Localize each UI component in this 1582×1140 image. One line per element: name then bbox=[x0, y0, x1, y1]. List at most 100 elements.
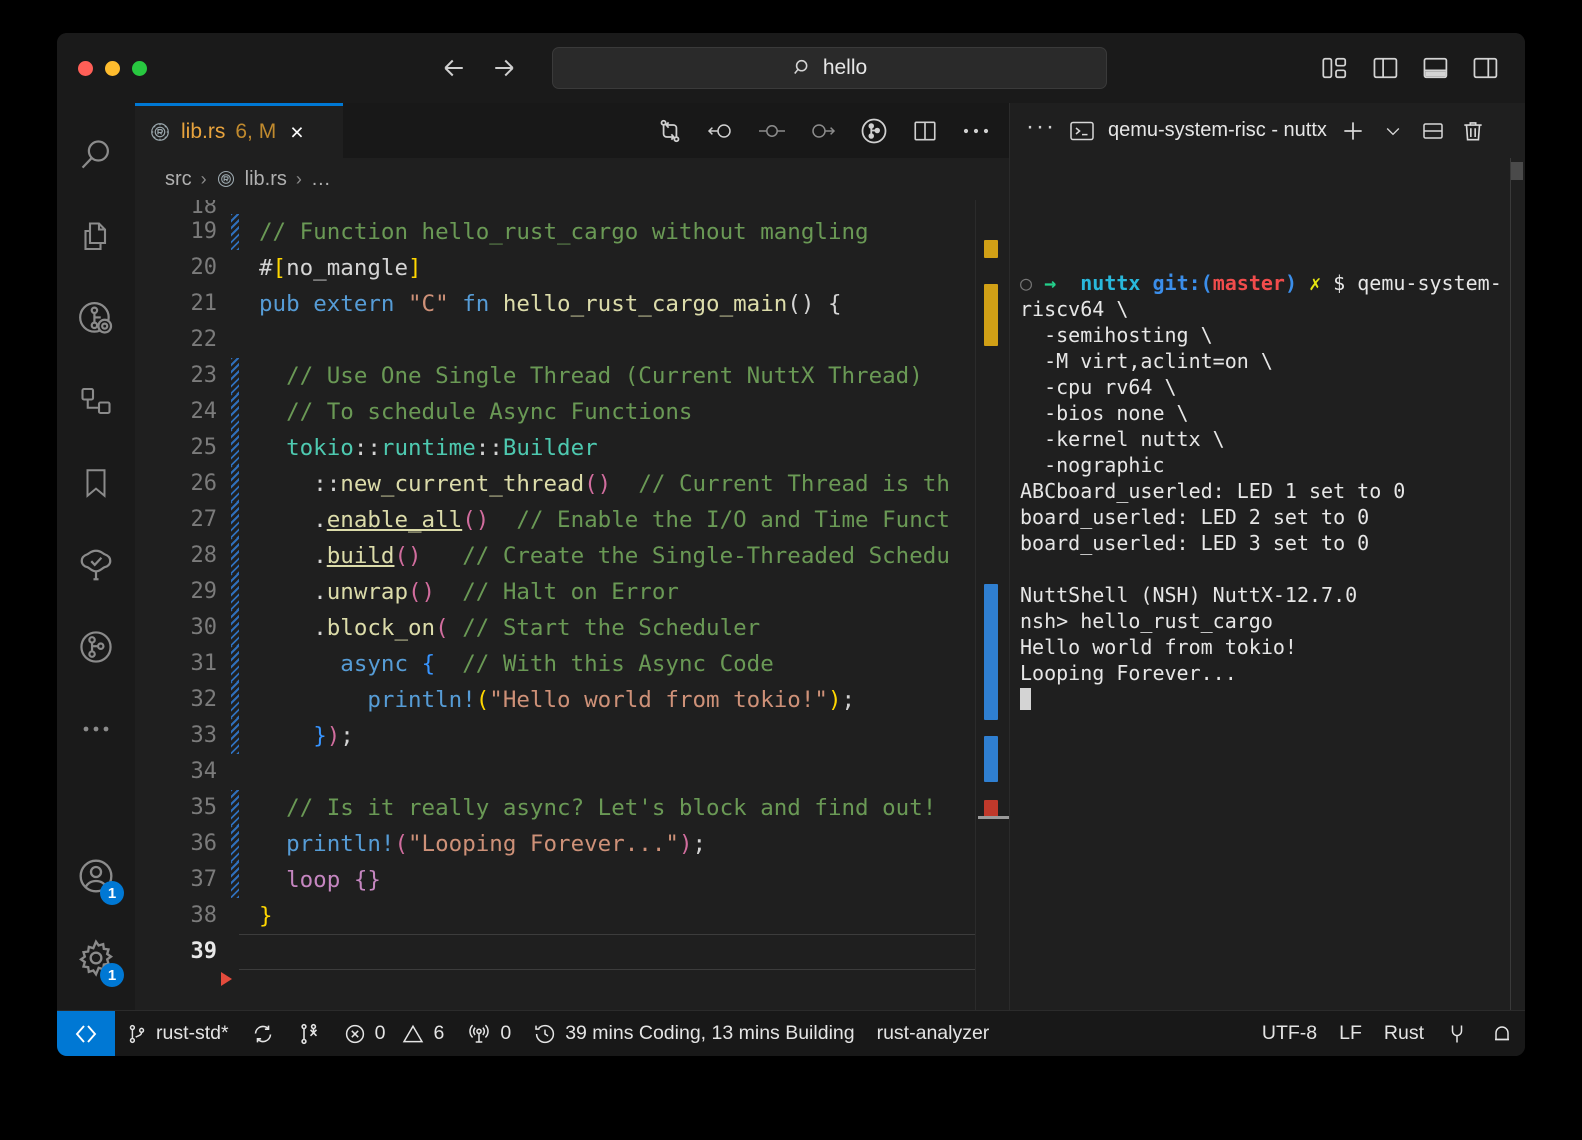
code-line[interactable]: 21pub extern "C" fn hello_rust_cargo_mai… bbox=[135, 286, 1009, 322]
previous-change-icon[interactable] bbox=[706, 116, 736, 146]
split-editor-icon[interactable] bbox=[910, 116, 940, 146]
terminal-output[interactable]: ○ → nuttx git:(master) ✗ $ qemu-system-r… bbox=[1010, 158, 1525, 1010]
status-branch[interactable]: rust-std* bbox=[115, 1011, 240, 1056]
status-eol[interactable]: LF bbox=[1328, 1022, 1373, 1045]
tab-lib-rs[interactable]: lib.rs 6, M × bbox=[135, 103, 343, 158]
code-line[interactable]: 37 loop {} bbox=[135, 862, 1009, 898]
code-line[interactable]: 29 .unwrap() // Halt on Error bbox=[135, 574, 1009, 610]
line-number: 29 bbox=[135, 574, 231, 610]
source-control-compare-icon[interactable] bbox=[655, 116, 685, 146]
status-branch-label: rust-std* bbox=[156, 1022, 229, 1045]
code-line[interactable]: 20#[no_mangle] bbox=[135, 250, 1009, 286]
customize-layout-icon[interactable] bbox=[1321, 54, 1351, 82]
title-bar: hello bbox=[57, 33, 1525, 103]
status-plug[interactable] bbox=[1435, 1022, 1479, 1046]
prompt-arrow-icon: → bbox=[1044, 271, 1056, 295]
sidebar-item-search[interactable] bbox=[66, 125, 126, 185]
line-number: 36 bbox=[135, 826, 231, 862]
change-gutter-marker bbox=[231, 358, 239, 394]
change-gutter-marker bbox=[231, 898, 239, 934]
code-line[interactable]: 27 .enable_all() // Enable the I/O and T… bbox=[135, 502, 1009, 538]
status-notifications-bell[interactable] bbox=[1479, 1022, 1525, 1046]
current-change-icon[interactable] bbox=[757, 116, 787, 146]
code-editor[interactable]: 1819// Function hello_rust_cargo without… bbox=[135, 200, 1009, 1010]
code-line[interactable]: 35 // Is it really async? Let's block an… bbox=[135, 790, 1009, 826]
change-gutter-marker bbox=[231, 826, 239, 862]
code-line[interactable]: 38} bbox=[135, 898, 1009, 934]
terminal-scrollbar[interactable] bbox=[1511, 162, 1523, 180]
code-token: Builder bbox=[503, 435, 598, 461]
toggle-primary-sidebar-icon[interactable] bbox=[1371, 54, 1401, 82]
status-sync[interactable] bbox=[240, 1011, 286, 1056]
code-line[interactable]: 32 println!("Hello world from tokio!"); bbox=[135, 682, 1009, 718]
code-text bbox=[239, 934, 1009, 970]
split-terminal-icon[interactable] bbox=[1419, 117, 1447, 145]
code-token: :: bbox=[354, 435, 381, 461]
change-gutter-marker bbox=[231, 682, 239, 718]
sidebar-item-testing[interactable] bbox=[66, 535, 126, 595]
status-encoding[interactable]: UTF-8 bbox=[1251, 1022, 1328, 1045]
toggle-panel-icon[interactable] bbox=[1421, 54, 1451, 82]
minimize-window-button[interactable] bbox=[105, 61, 120, 76]
code-line[interactable]: 39 bbox=[135, 934, 1009, 970]
code-line[interactable]: 31 async { // With this Async Code bbox=[135, 646, 1009, 682]
accounts-button[interactable]: 1 bbox=[66, 846, 126, 906]
more-actions-icon[interactable] bbox=[961, 116, 991, 146]
sidebar-item-explorer[interactable] bbox=[66, 207, 126, 267]
go-back-icon[interactable] bbox=[439, 53, 469, 83]
sidebar-item-git-graph[interactable] bbox=[66, 617, 126, 677]
code-text: .unwrap() // Halt on Error bbox=[239, 574, 1009, 610]
code-line[interactable]: 34 bbox=[135, 754, 1009, 790]
git-graph-circle-icon[interactable] bbox=[859, 116, 889, 146]
close-icon[interactable]: × bbox=[290, 121, 303, 144]
status-error-count: 0 bbox=[375, 1022, 386, 1045]
more-actions-icon[interactable]: ··· bbox=[1026, 120, 1056, 140]
close-window-button[interactable] bbox=[78, 61, 93, 76]
code-line[interactable]: 33 }); bbox=[135, 718, 1009, 754]
code-line[interactable]: 22 bbox=[135, 322, 1009, 358]
kill-terminal-icon[interactable] bbox=[1459, 117, 1487, 145]
sidebar-item-extensions[interactable] bbox=[66, 371, 126, 431]
status-coding-time[interactable]: 39 mins Coding, 13 mins Building bbox=[522, 1011, 865, 1056]
code-line[interactable]: 24 // To schedule Async Functions bbox=[135, 394, 1009, 430]
breadcrumb-item-libfile[interactable]: lib.rs bbox=[245, 168, 287, 191]
breadcrumb-item-src[interactable]: src bbox=[165, 168, 192, 191]
code-line[interactable]: 23 // Use One Single Thread (Current Nut… bbox=[135, 358, 1009, 394]
status-problems[interactable]: 0 6 bbox=[332, 1011, 456, 1056]
breadcrumb-item-symbol[interactable]: … bbox=[311, 168, 331, 191]
code-line[interactable]: 36 println!("Looping Forever..."); bbox=[135, 826, 1009, 862]
breadcrumb: src › lib.rs › … bbox=[135, 158, 1009, 200]
code-text: .enable_all() // Enable the I/O and Time… bbox=[239, 502, 1009, 538]
code-token: fn bbox=[462, 291, 489, 317]
status-language-server[interactable]: rust-analyzer bbox=[866, 1011, 1001, 1056]
code-token bbox=[259, 579, 313, 605]
status-language-mode[interactable]: Rust bbox=[1373, 1022, 1435, 1045]
overview-ruler[interactable] bbox=[975, 200, 1009, 1010]
change-gutter-marker bbox=[231, 790, 239, 826]
sidebar-item-more-views[interactable] bbox=[66, 699, 126, 759]
code-line[interactable]: 19// Function hello_rust_cargo without m… bbox=[135, 214, 1009, 250]
next-change-icon[interactable] bbox=[808, 116, 838, 146]
code-line[interactable]: 26 ::new_current_thread() // Current Thr… bbox=[135, 466, 1009, 502]
maximize-window-button[interactable] bbox=[132, 61, 147, 76]
code-line[interactable]: 28 .build() // Create the Single-Threade… bbox=[135, 538, 1009, 574]
prompt-git-suffix: ) bbox=[1285, 271, 1297, 295]
status-checkout-branch[interactable] bbox=[286, 1011, 332, 1056]
terminal-title[interactable]: qemu-system-risc - nuttx bbox=[1108, 119, 1327, 142]
manage-settings-button[interactable]: 1 bbox=[66, 928, 126, 988]
code-line[interactable]: 30 .block_on( // Start the Scheduler bbox=[135, 610, 1009, 646]
remote-window-indicator[interactable] bbox=[57, 1011, 115, 1056]
code-line[interactable]: 25 tokio::runtime::Builder bbox=[135, 430, 1009, 466]
new-terminal-icon[interactable] bbox=[1339, 117, 1367, 145]
go-forward-icon[interactable] bbox=[489, 53, 519, 83]
change-gutter-marker bbox=[231, 574, 239, 610]
command-center-search[interactable]: hello bbox=[552, 47, 1107, 89]
chevron-down-icon[interactable] bbox=[1379, 117, 1407, 145]
status-ports[interactable]: 0 bbox=[455, 1011, 522, 1056]
sidebar-item-bookmarks[interactable] bbox=[66, 453, 126, 513]
code-text: // To schedule Async Functions bbox=[239, 394, 1009, 430]
toggle-secondary-sidebar-icon[interactable] bbox=[1471, 54, 1501, 82]
error-marker-icon bbox=[221, 972, 232, 986]
code-token bbox=[259, 507, 313, 533]
sidebar-item-source-control-graph[interactable] bbox=[66, 289, 126, 349]
